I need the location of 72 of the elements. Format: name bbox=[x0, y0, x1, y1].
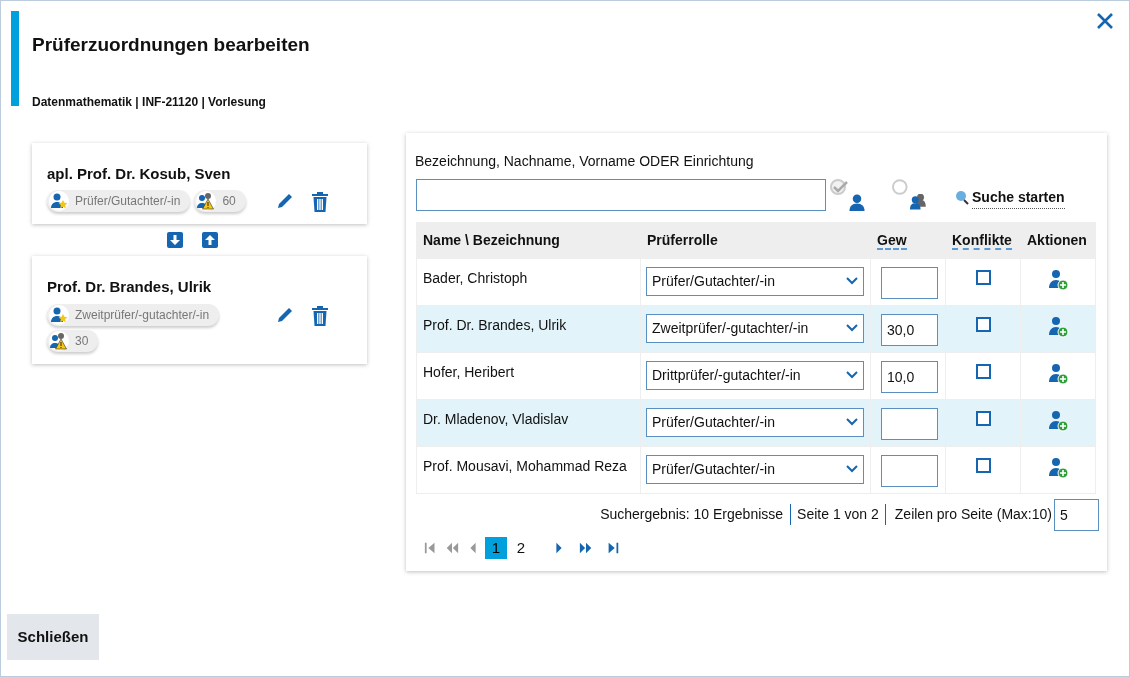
role-dropdown[interactable]: Prüfer/Gutachter/-in bbox=[646, 266, 864, 296]
chevron-down-icon bbox=[846, 465, 858, 473]
conflict-checkbox[interactable] bbox=[975, 457, 991, 473]
dialog-title: Prüferzuordnungen bearbeiten bbox=[32, 33, 310, 57]
column-header: Aktionen bbox=[1027, 231, 1087, 248]
column-header: Name \ Bezeichnung bbox=[423, 231, 560, 248]
examiner-name: Prof. Dr. Brandes, Ulrik bbox=[47, 277, 213, 297]
pencil-icon[interactable] bbox=[276, 305, 294, 324]
chip-label: 30 bbox=[75, 332, 89, 350]
weight-field[interactable] bbox=[881, 266, 938, 299]
person-star-icon bbox=[50, 192, 68, 210]
arrow-down-icon[interactable] bbox=[167, 232, 183, 248]
weight-field[interactable] bbox=[881, 407, 938, 440]
trash-icon[interactable] bbox=[311, 192, 329, 212]
table-cell: Hofer, Heribert bbox=[417, 352, 641, 399]
pencil-icon[interactable] bbox=[276, 192, 294, 210]
close-button[interactable] bbox=[1095, 11, 1115, 31]
chevron-down-icon bbox=[846, 324, 858, 332]
search-button[interactable]: Suche starten bbox=[954, 186, 1065, 209]
chevron-down-icon bbox=[846, 277, 858, 285]
trash-icon[interactable] bbox=[311, 305, 329, 326]
weight-field[interactable]: 30,0 bbox=[881, 313, 938, 346]
person-add-icon[interactable] bbox=[1047, 315, 1069, 338]
table-cell: Dr. Mladenov, Vladislav bbox=[417, 399, 641, 446]
search-field[interactable] bbox=[416, 178, 826, 211]
people-warning-icon bbox=[50, 331, 68, 350]
result-count: Suchergebnis: 10 Ergebnisse bbox=[600, 504, 792, 525]
person-icon bbox=[849, 193, 865, 211]
people-warning-icon bbox=[197, 192, 216, 210]
arrow-up-icon[interactable] bbox=[202, 232, 218, 248]
column-header: Prüferrolle bbox=[647, 231, 718, 248]
triangle-icon bbox=[606, 540, 620, 555]
role-dropdown[interactable]: Prüfer/Gutachter/-in bbox=[646, 454, 864, 484]
person-add-icon[interactable] bbox=[1047, 409, 1069, 432]
chevron-down-icon bbox=[846, 418, 858, 426]
page-number[interactable]: 1 bbox=[485, 536, 507, 559]
table-cell: Prof. Dr. Brandes, Ulrik bbox=[417, 305, 641, 352]
table-cell: Bader, Christoph bbox=[417, 258, 641, 305]
column-header: Gew bbox=[877, 231, 907, 250]
triangle-icon bbox=[424, 540, 438, 555]
role-dropdown[interactable]: Zweitprüfer/-gutachter/-in bbox=[646, 313, 864, 343]
person-add-icon[interactable] bbox=[1047, 456, 1069, 479]
chip-label: Prüfer/Gutachter/-in bbox=[75, 193, 181, 210]
page-number[interactable]: 2 bbox=[510, 536, 532, 559]
radio-button[interactable] bbox=[830, 177, 849, 196]
conflict-checkbox[interactable] bbox=[975, 316, 991, 332]
search-label: Bezeichnung, Nachname, Vorname ODER Einrichtung bbox=[415, 151, 755, 171]
chevron-down-icon bbox=[846, 371, 858, 379]
page-info: Seite 1 von 2 bbox=[791, 504, 886, 525]
weight-field[interactable]: 10,0 bbox=[881, 360, 938, 393]
rows-per-page-field[interactable]: 5 bbox=[1054, 498, 1099, 531]
rows-per-page-label: Zeilen pro Seite (Max:10) bbox=[893, 505, 1052, 524]
triangle-icon bbox=[445, 540, 459, 555]
chip-label: Zweitprüfer/-gutachter/-in bbox=[75, 306, 210, 324]
triangle-icon bbox=[579, 540, 593, 555]
role-dropdown[interactable]: Prüfer/Gutachter/-in bbox=[646, 407, 864, 437]
weight-field[interactable] bbox=[881, 454, 938, 487]
role-dropdown[interactable]: Drittprüfer/-gutachter/-in bbox=[646, 360, 864, 390]
chip-label: 60 bbox=[222, 193, 236, 210]
search-icon bbox=[954, 189, 970, 206]
close-dialog-button[interactable]: Schließen bbox=[7, 614, 99, 660]
column-header: Konflikte bbox=[952, 231, 1012, 250]
person-star-icon bbox=[50, 305, 68, 324]
table-cell: Prof. Mousavi, Mohammad Reza bbox=[417, 446, 641, 493]
conflict-checkbox[interactable] bbox=[975, 410, 991, 426]
person-add-icon[interactable] bbox=[1047, 268, 1069, 291]
examiner-name: apl. Prof. Dr. Kosub, Sven bbox=[47, 163, 232, 184]
conflict-checkbox[interactable] bbox=[975, 269, 991, 285]
course-info: Datenmathematik | INF-21120 | Vorlesung bbox=[32, 93, 267, 111]
people-icon bbox=[910, 193, 928, 210]
conflict-checkbox[interactable] bbox=[975, 363, 991, 379]
person-add-icon[interactable] bbox=[1047, 362, 1069, 385]
